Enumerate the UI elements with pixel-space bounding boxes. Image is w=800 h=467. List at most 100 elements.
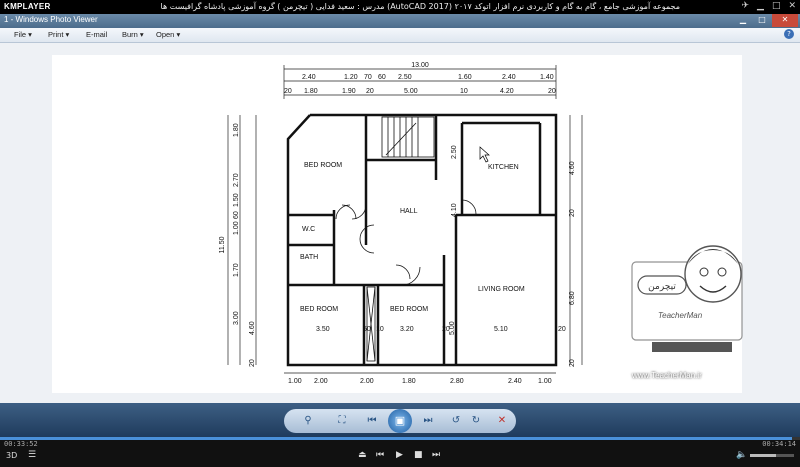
menu-burn[interactable]: Burn ▾ xyxy=(122,30,144,39)
maximize-button[interactable]: □ xyxy=(753,14,771,27)
next-track-icon[interactable]: ⏭ xyxy=(432,450,440,460)
menu-open[interactable]: Open ▾ xyxy=(156,30,180,39)
volume-icon[interactable]: 🔈 xyxy=(736,450,747,460)
menu-icon[interactable]: ☰ xyxy=(28,450,36,460)
menu-file[interactable]: File ▾ xyxy=(14,30,32,39)
stop-icon[interactable]: ■ xyxy=(414,450,423,460)
dim-top: 2.40 xyxy=(502,74,516,81)
prev-track-icon[interactable]: ⏮ xyxy=(376,450,384,460)
dim-inner: 50 xyxy=(363,326,371,333)
dim-top: 4.20 xyxy=(500,88,514,95)
next-button[interactable]: ⏭ xyxy=(420,413,436,429)
photo-viewer-titlebar: 1 - Windows Photo Viewer ▁ □ ✕ xyxy=(0,14,800,28)
kmplayer-control-bar: 00:33:52 00:34:14 3D ☰ ⏏ ⏮ ▶ ■ ⏭ 🔈 xyxy=(0,437,800,467)
close-icon[interactable]: ✕ xyxy=(788,1,796,11)
dim-inner: 20 xyxy=(558,326,566,333)
dim-top: 20 xyxy=(366,88,374,95)
dim-top: 2.50 xyxy=(398,74,412,81)
dim-left: 1.50 xyxy=(233,193,240,207)
dim-top: 2.40 xyxy=(302,74,316,81)
zoom-icon[interactable]: ⚲ xyxy=(300,413,316,429)
dim-top: 60 xyxy=(378,74,386,81)
dim-right: 20 xyxy=(569,209,576,217)
dim-left-group: 1.80 2.70 1.50 60 1.00 1.70 3.00 4.60 20 xyxy=(233,123,256,367)
menu-bar: File ▾ Print ▾ E-mail Burn ▾ Open ▾ ? xyxy=(0,28,800,43)
menu-email[interactable]: E-mail xyxy=(86,30,107,39)
dim-top: 20 xyxy=(548,88,556,95)
total-time: 00:34:14 xyxy=(762,440,796,448)
dim-right: 20 xyxy=(569,359,576,367)
eject-icon[interactable]: ⏏ xyxy=(358,450,367,460)
window-controls: ▁ □ ✕ xyxy=(733,14,798,27)
current-time: 00:33:52 xyxy=(4,440,38,448)
dim-top: 1.90 xyxy=(342,88,356,95)
dim-inner: 5.10 xyxy=(494,326,508,333)
maximize-icon[interactable]: □ xyxy=(772,1,781,11)
kmplayer-media-title: مجموعه آموزشی جامع ، گام به گام و کاربرد… xyxy=(160,2,680,11)
dim-bottom: 1.80 xyxy=(402,378,416,385)
play-icon[interactable]: ▶ xyxy=(396,450,403,460)
dim-inner: 5.00 xyxy=(449,321,456,335)
watermark-badge: تیچرمن xyxy=(648,282,676,292)
room-label-hall: HALL xyxy=(400,208,418,215)
dim-inner: 4.10 xyxy=(451,203,458,217)
seek-bar[interactable] xyxy=(0,437,800,440)
dim-top: 1.60 xyxy=(458,74,472,81)
control-pill: ⚲ ⛶ ⏮ ▣ ⏭ ↺ ↻ ✕ xyxy=(284,409,516,433)
room-label-living: LIVING ROOM xyxy=(478,286,525,293)
dim-top: 1.40 xyxy=(540,74,554,81)
dim-top: 1.20 xyxy=(344,74,358,81)
room-label-bath: BATH xyxy=(300,254,318,261)
kmplayer-logo[interactable]: KMPLAYER xyxy=(4,2,51,11)
volume-level xyxy=(750,454,777,457)
help-icon[interactable]: ? xyxy=(784,29,794,39)
dim-top: 20 xyxy=(284,88,292,95)
previous-button[interactable]: ⏮ xyxy=(364,413,380,429)
actual-size-icon[interactable]: ⛶ xyxy=(334,413,350,429)
dim-top: 10 xyxy=(460,88,468,95)
dim-bottom: 2.40 xyxy=(508,378,522,385)
window-title: 1 - Windows Photo Viewer xyxy=(4,15,98,24)
watermark-brand: TeacherMan xyxy=(658,311,703,320)
dim-left: 1.70 xyxy=(233,263,240,277)
dim-inner: 2.50 xyxy=(451,145,458,159)
dim-top: 5.00 xyxy=(404,88,418,95)
watermark-url: www.TeacherMan.ir xyxy=(632,371,702,380)
dim-left-total: 11.50 xyxy=(219,236,226,253)
room-label-bedroom-mid: BED ROOM xyxy=(390,306,428,313)
dim-inner: 10 xyxy=(376,326,384,333)
slideshow-button[interactable]: ▣ xyxy=(388,409,412,433)
room-label-bedroom-left: BED ROOM xyxy=(300,306,338,313)
kmplayer-titlebar: KMPLAYER مجموعه آموزشی جامع ، گام به گام… xyxy=(0,0,800,14)
teacherman-watermark: تیچرمن TeacherMan xyxy=(631,245,743,352)
dim-inner: 3.50 xyxy=(316,326,330,333)
mouse-cursor xyxy=(479,146,490,163)
dim-left: 3.00 xyxy=(233,311,240,325)
dim-bottom: 1.00 xyxy=(538,378,552,385)
room-label-bedroom-top: BED ROOM xyxy=(304,162,342,169)
close-button[interactable]: ✕ xyxy=(772,14,798,27)
menu-print[interactable]: Print ▾ xyxy=(48,30,69,39)
volume-slider[interactable] xyxy=(750,454,794,457)
dim-left: 1.00 xyxy=(233,221,240,235)
room-label-kitchen: KITCHEN xyxy=(488,164,519,171)
dim-bottom: 2.80 xyxy=(450,378,464,385)
dim-inner: 3.20 xyxy=(400,326,414,333)
dim-bottom: 2.00 xyxy=(314,378,328,385)
delete-icon[interactable]: ✕ xyxy=(494,413,510,429)
photo-viewer-controls: ⚲ ⛶ ⏮ ▣ ⏭ ↺ ↻ ✕ xyxy=(0,403,800,437)
seek-progress xyxy=(0,437,792,440)
3d-icon[interactable]: 3D xyxy=(6,451,17,460)
minimize-icon[interactable]: ▁ xyxy=(757,1,764,11)
rotate-cw-icon[interactable]: ↻ xyxy=(468,413,484,429)
pin-icon[interactable]: ✈ xyxy=(741,1,749,11)
dim-right: 4.60 xyxy=(569,161,576,175)
room-label-wc: W.C xyxy=(302,226,315,233)
rotate-ccw-icon[interactable]: ↺ xyxy=(448,413,464,429)
minimize-button[interactable]: ▁ xyxy=(734,14,752,27)
dim-right: 6.80 xyxy=(569,291,576,305)
dim-left: 1.80 xyxy=(233,123,240,137)
dim-top: 1.80 xyxy=(304,88,318,95)
dim-top: 70 xyxy=(364,74,372,81)
dim-bottom: 1.00 xyxy=(288,378,302,385)
